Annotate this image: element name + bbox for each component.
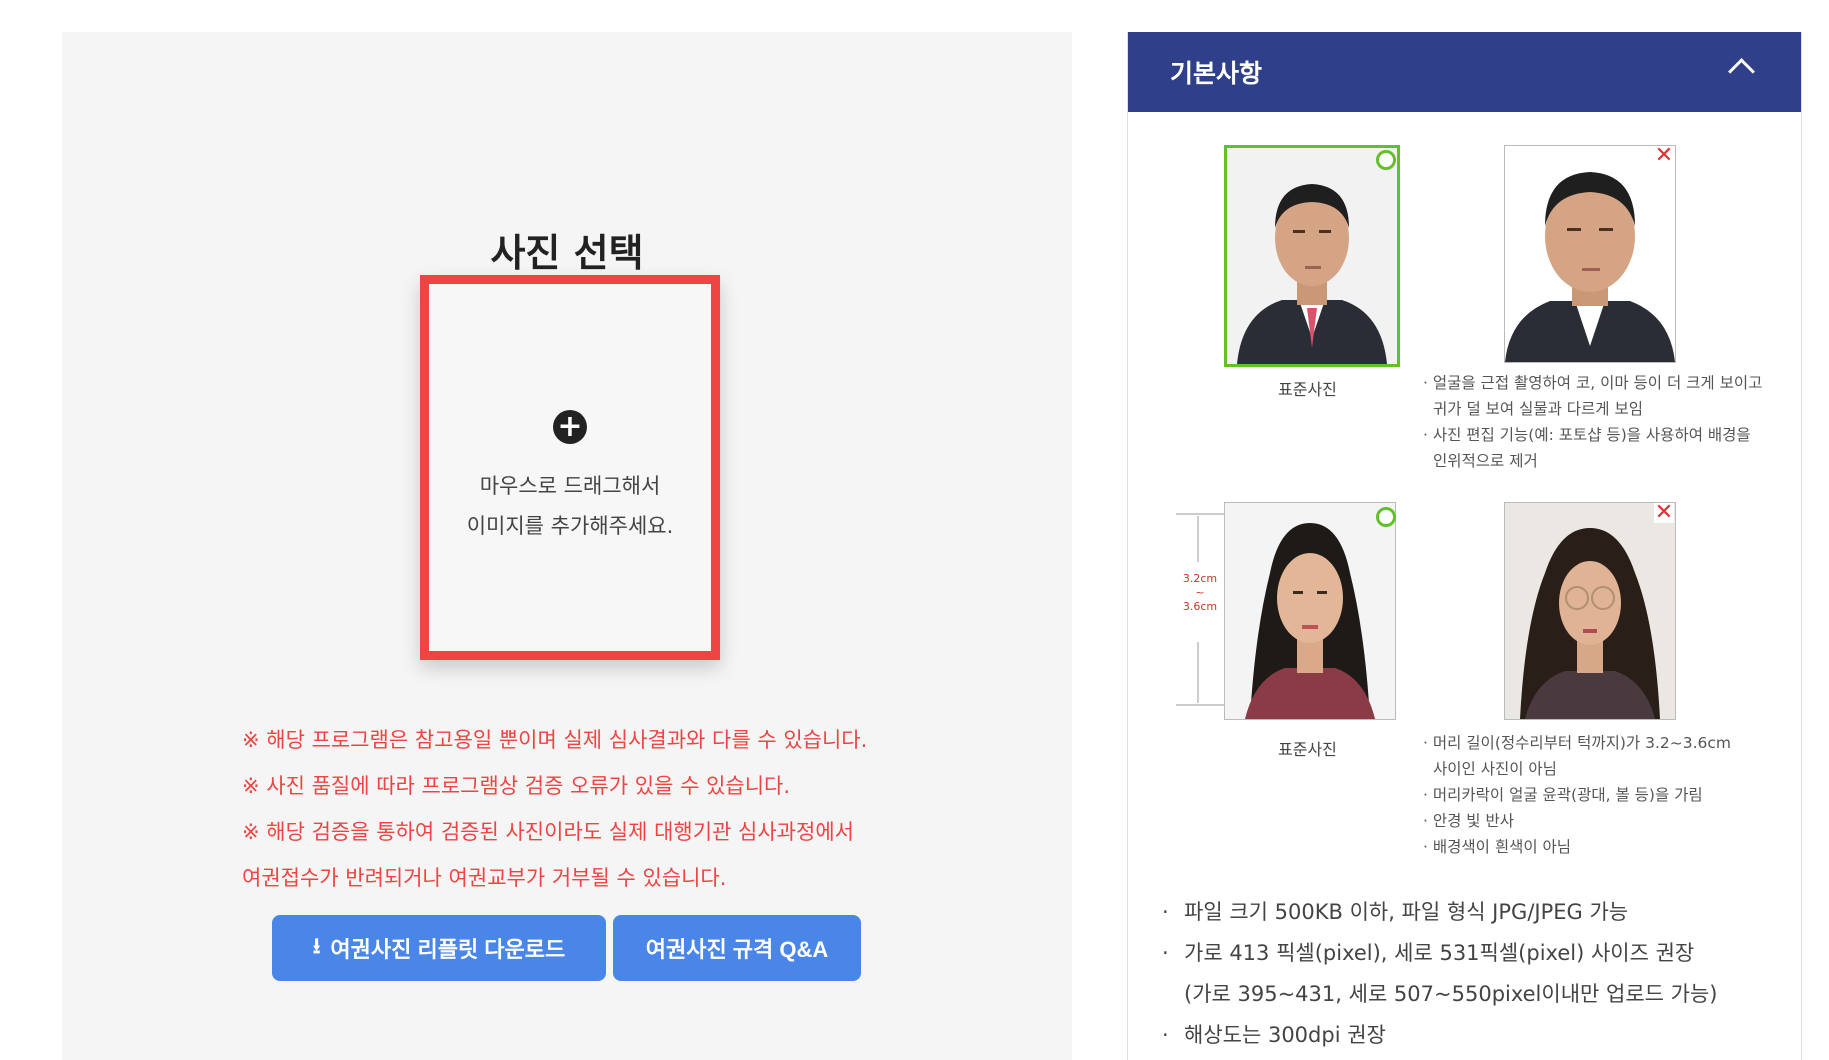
bad-mark-icon: ✕ [1654, 500, 1674, 525]
woman-portrait-image [1225, 503, 1395, 719]
list-item: (가로 395~431, 세로 507~550pixel이내만 업로드 가능) [1162, 974, 1718, 1015]
page-title: 사진 선택 [490, 231, 644, 275]
standard-caption: 표준사진 [1278, 380, 1337, 399]
list-item: · 가로 413 픽셀(pixel), 세로 531픽셀(pixel) 사이즈 … [1162, 933, 1718, 974]
woman-glasses-image [1505, 503, 1675, 719]
man-portrait-image [1227, 148, 1397, 364]
bad-photo-2 [1504, 502, 1676, 720]
measure-bottom-label: 3.6cm [1182, 600, 1218, 613]
measure-top-label: 3.2cm [1182, 572, 1218, 585]
bad-photo-1 [1504, 145, 1676, 363]
leaflet-download-button[interactable]: ⭳ 여권사진 리플릿 다운로드 [272, 915, 606, 981]
desc-line: · 안경 빛 반사 [1423, 812, 1515, 830]
notice-line: ※ 해당 프로그램은 참고용일 뿐이며 실제 심사결과와 다를 수 있습니다. [242, 728, 868, 752]
bullet-mark: · [1162, 1023, 1169, 1047]
standard-photo-2 [1224, 502, 1396, 720]
desc-line: 사이인 사진이 아님 [1433, 760, 1557, 778]
desc-line: · 머리 길이(정수리부터 턱까지)가 3.2~3.6cm [1423, 734, 1732, 752]
download-button-label: 여권사진 리플릿 다운로드 [330, 937, 566, 962]
bad-photo-1-description: · 얼굴을 근접 촬영하여 코, 이마 등이 더 크게 보이고 귀가 덜 보여 … [1423, 370, 1762, 474]
bad-photo-2-description: · 머리 길이(정수리부터 턱까지)가 3.2~3.6cm 사이인 사진이 아님… [1423, 730, 1731, 860]
drop-line-1: 마우스로 드래그해서 [479, 473, 661, 498]
desc-line: · 배경색이 흰색이 아님 [1423, 838, 1572, 856]
drop-line-2: 이미지를 추가해주세요. [466, 513, 674, 538]
bullet-mark: · [1162, 941, 1169, 965]
desc-line: 인위적으로 제거 [1433, 452, 1538, 470]
photo-select-panel: 사진 선택 + 마우스로 드래그해서 이미지를 추가해주세요. ※ 해당 프로그… [62, 32, 1072, 1060]
list-item: · 해상도는 300dpi 권장 [1162, 1015, 1718, 1056]
ok-mark-icon [1376, 150, 1396, 170]
bad-mark-icon: ✕ [1654, 143, 1674, 168]
notice-line: ※ 사진 품질에 따라 프로그램상 검증 오류가 있을 수 있습니다. [242, 774, 791, 798]
requirement-text: 가로 413 픽셀(pixel), 세로 531픽셀(pixel) 사이즈 권장 [1184, 941, 1695, 965]
requirement-text: 파일 크기 500KB 이하, 파일 형식 JPG/JPEG 가능 [1184, 900, 1629, 924]
desc-line: · 머리카락이 얼굴 윤곽(광대, 볼 등)을 가림 [1423, 786, 1703, 804]
requirement-text: (가로 395~431, 세로 507~550pixel이내만 업로드 가능) [1184, 982, 1718, 1006]
bullet-mark: · [1162, 900, 1169, 924]
notice-list: ※ 해당 프로그램은 참고용일 뿐이며 실제 심사결과와 다를 수 있습니다. … [242, 717, 1062, 901]
image-drop-zone[interactable]: + 마우스로 드래그해서 이미지를 추가해주세요. [420, 275, 720, 660]
man-closeup-image [1505, 146, 1675, 362]
standard-photo-1 [1224, 145, 1400, 367]
desc-line: 귀가 덜 보여 실물과 다르게 보임 [1433, 400, 1644, 418]
plus-icon[interactable]: + [553, 409, 587, 444]
ok-mark-icon [1376, 507, 1396, 527]
requirements-list: · 파일 크기 500KB 이하, 파일 형식 JPG/JPEG 가능 · 가로… [1162, 892, 1718, 1056]
bullet-spacer [1162, 974, 1184, 1015]
desc-line: · 사진 편집 기능(예: 포토샵 등)을 사용하여 배경을 [1423, 426, 1751, 444]
standard-caption: 표준사진 [1278, 740, 1337, 759]
head-length-measure: 3.2cm ~ 3.6cm [1176, 512, 1228, 707]
spec-qa-button[interactable]: 여권사진 규격 Q&A [613, 915, 861, 981]
requirement-text: 해상도는 300dpi 권장 [1184, 1023, 1386, 1047]
measure-mid-label: ~ [1195, 586, 1205, 599]
qa-button-label: 여권사진 규격 Q&A [645, 937, 829, 962]
chevron-up-icon[interactable] [1728, 58, 1755, 85]
drop-zone-text: 마우스로 드래그해서 이미지를 추가해주세요. [467, 466, 674, 546]
basic-info-panel: 기본사항 ✕ 표준사진 · 얼굴을 근접 촬영하여 코, 이마 등이 더 크게 … [1127, 32, 1802, 1060]
download-icon: ⭳ [312, 933, 321, 958]
notice-line: 여권접수가 반려되거나 여권교부가 거부될 수 있습니다. [242, 866, 727, 890]
accordion-title: 기본사항 [1170, 59, 1263, 88]
notice-line: ※ 해당 검증을 통하여 검증된 사진이라도 실제 대행기관 심사과정에서 [242, 820, 854, 844]
accordion-header[interactable]: 기본사항 [1128, 32, 1801, 112]
list-item: · 파일 크기 500KB 이하, 파일 형식 JPG/JPEG 가능 [1162, 892, 1718, 933]
desc-line: · 얼굴을 근접 촬영하여 코, 이마 등이 더 크게 보이고 [1423, 374, 1763, 392]
